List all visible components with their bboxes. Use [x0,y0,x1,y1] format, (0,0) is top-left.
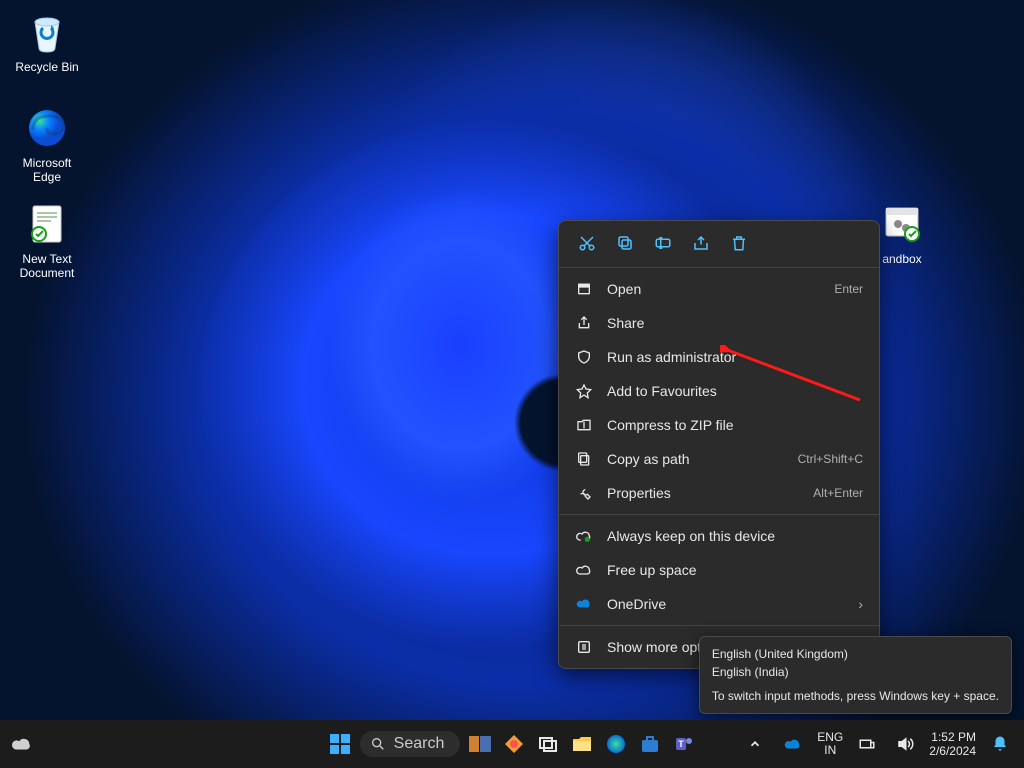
context-item-compress-zip[interactable]: Compress to ZIP file [559,408,879,442]
context-item-label: Open [607,281,641,297]
more-options-icon [575,638,593,656]
context-item-shortcut: Ctrl+Shift+C [798,452,863,466]
separator [559,267,879,268]
language-tooltip-line2: English (India) [712,663,999,681]
taskbar: Search T ENG IN 1:52 PM 2/6/2024 [0,720,1024,768]
context-item-properties[interactable]: Properties Alt+Enter [559,476,879,510]
context-item-open[interactable]: Open Enter [559,272,879,306]
context-menu: Open Enter Share Run as administrator Ad… [558,220,880,669]
taskbar-search[interactable]: Search [360,731,461,757]
star-icon [575,382,593,400]
taskbar-search-placeholder: Search [394,735,445,753]
desktop-icon-microsoft-edge[interactable]: Microsoft Edge [9,104,85,184]
onedrive-icon [575,595,593,613]
taskbar-app-2[interactable] [500,730,528,758]
svg-text:T: T [679,739,685,749]
context-item-label: Share [607,315,644,331]
desktop-icon-new-text-document[interactable]: New Text Document [9,200,85,280]
taskbar-edge[interactable] [602,730,630,758]
context-item-shortcut: Enter [834,282,863,296]
context-item-label: Free up space [607,562,697,578]
start-button[interactable] [326,730,354,758]
desktop-icon-recycle-bin[interactable]: Recycle Bin [9,8,85,74]
cloud-check-icon [575,527,593,545]
taskbar-app-1[interactable] [466,730,494,758]
search-icon [370,736,386,752]
share-icon [575,314,593,332]
separator [559,514,879,515]
context-item-share[interactable]: Share [559,306,879,340]
separator [559,625,879,626]
taskbar-task-view[interactable] [534,730,562,758]
context-item-label: Properties [607,485,671,501]
copy-icon[interactable] [615,233,635,253]
zip-icon [575,416,593,434]
context-menu-top-row [559,221,879,263]
cloud-icon [575,561,593,579]
context-item-label: Run as administrator [607,349,736,365]
chevron-right-icon: › [858,596,863,612]
context-item-shortcut: Alt+Enter [813,486,863,500]
context-item-always-on-device[interactable]: Always keep on this device [559,519,879,553]
desktop-icon-label: Microsoft Edge [23,156,72,184]
desktop-icon-label: Recycle Bin [15,60,78,74]
context-item-label: Copy as path [607,451,690,467]
taskbar-file-explorer[interactable] [568,730,596,758]
share-top-icon[interactable] [691,233,711,253]
desktop-icon-label: andbox [882,252,921,266]
context-item-onedrive[interactable]: OneDrive › [559,587,879,621]
context-item-copy-as-path[interactable]: Copy as path Ctrl+Shift+C [559,442,879,476]
context-item-add-favourites[interactable]: Add to Favourites [559,374,879,408]
cut-icon[interactable] [577,233,597,253]
context-item-free-up-space[interactable]: Free up space [559,553,879,587]
text-document-icon [23,200,71,248]
wrench-icon [575,484,593,502]
context-item-run-as-admin[interactable]: Run as administrator [559,340,879,374]
language-tooltip-line1: English (United Kingdom) [712,645,999,663]
taskbar-teams[interactable]: T [670,730,698,758]
context-item-label: Add to Favourites [607,383,717,399]
language-tooltip: English (United Kingdom) English (India)… [699,636,1012,714]
desktop-icon-label: New Text Document [20,252,75,280]
microsoft-edge-icon [23,104,71,152]
taskbar-store[interactable] [636,730,664,758]
context-item-label: OneDrive [607,596,666,612]
copy-path-icon [575,450,593,468]
context-item-label: Always keep on this device [607,528,775,544]
sandbox-icon [878,200,926,248]
language-tooltip-hint: To switch input methods, press Windows k… [712,687,999,705]
open-icon [575,280,593,298]
recycle-bin-icon [23,8,71,56]
context-item-label: Compress to ZIP file [607,417,734,433]
rename-icon[interactable] [653,233,673,253]
delete-icon[interactable] [729,233,749,253]
shield-icon [575,348,593,366]
